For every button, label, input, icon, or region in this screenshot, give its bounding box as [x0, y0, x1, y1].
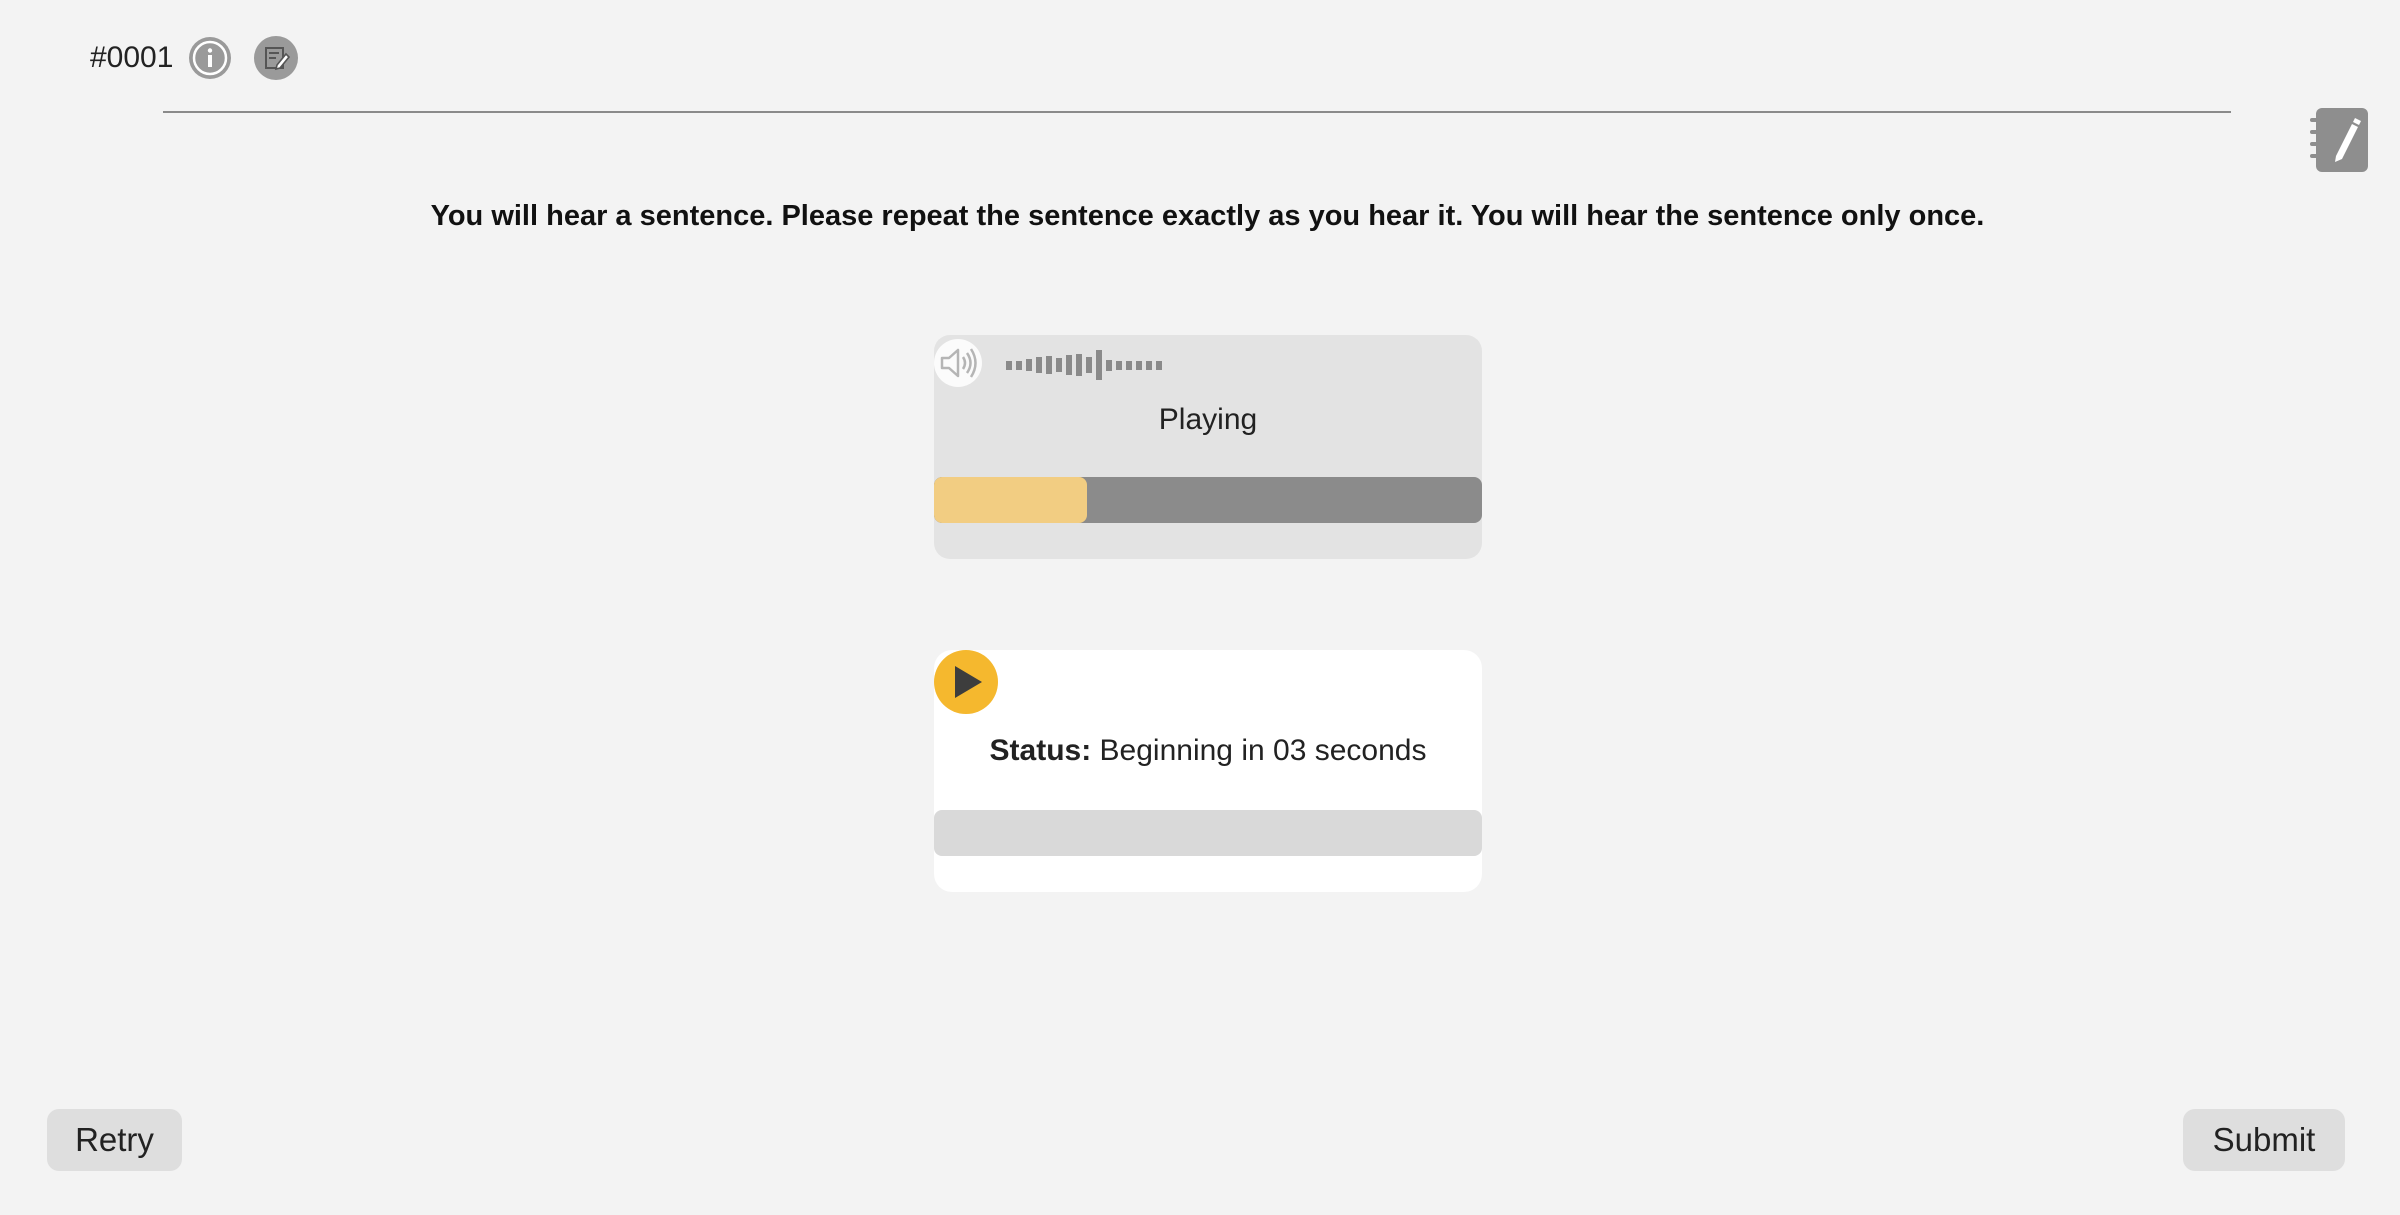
speaker-icon — [934, 339, 982, 387]
question-id: #0001 — [90, 41, 174, 74]
edit-note-icon — [254, 36, 298, 80]
audio-player: Playing — [934, 335, 1482, 559]
recorder-status: Status: Beginning in 03 seconds — [934, 734, 1482, 768]
notebook-button[interactable] — [2308, 104, 2374, 176]
info-circle-icon — [189, 37, 231, 79]
status-label: Status: — [989, 734, 1092, 767]
retry-button[interactable]: Retry — [47, 1109, 182, 1171]
audio-progress-bar — [934, 477, 1482, 523]
speaker-button[interactable] — [932, 337, 984, 389]
audio-waveform — [1006, 349, 1162, 381]
notebook-pencil-icon — [2310, 108, 2368, 172]
instruction-text: You will hear a sentence. Please repeat … — [430, 200, 1985, 232]
play-button[interactable] — [934, 650, 998, 714]
recorder-progress-bar — [934, 810, 1482, 856]
audio-status: Playing — [1158, 403, 1258, 436]
info-button[interactable] — [188, 36, 232, 80]
submit-button[interactable]: Submit — [2183, 1109, 2345, 1171]
recorder-panel: Status: Beginning in 03 seconds — [934, 650, 1482, 892]
status-text: Beginning in 03 seconds — [1099, 734, 1427, 767]
play-icon — [934, 650, 998, 714]
audio-progress-fill — [934, 477, 1088, 523]
header-divider — [163, 111, 2231, 113]
notes-button[interactable] — [253, 35, 299, 81]
